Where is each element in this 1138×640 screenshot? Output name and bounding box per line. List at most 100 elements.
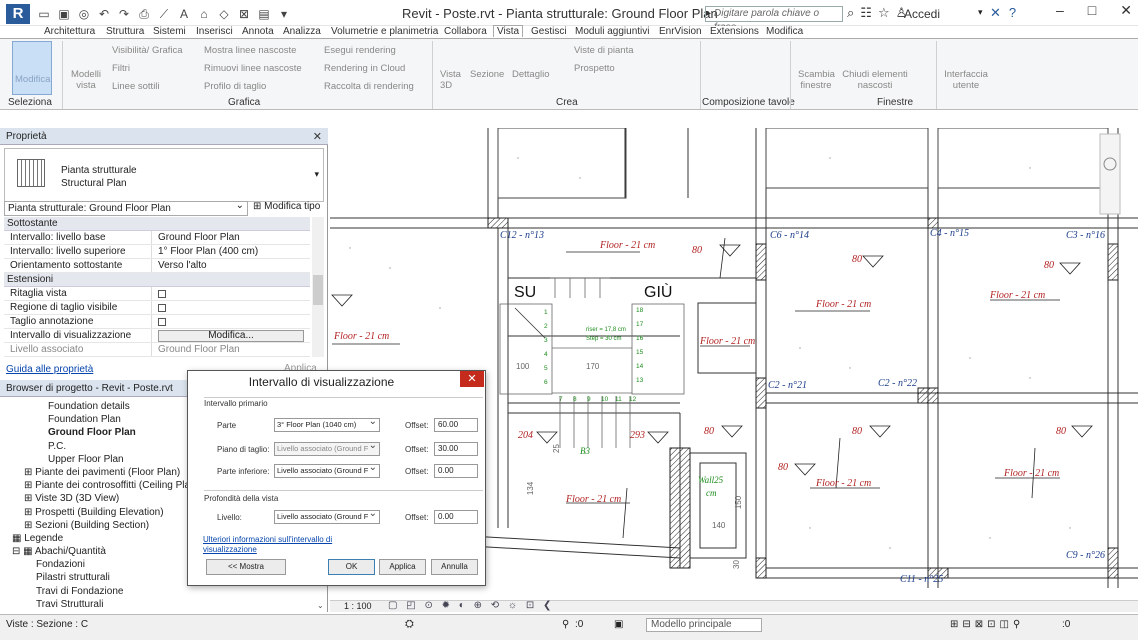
- section-button[interactable]: Sezione: [470, 69, 504, 80]
- tab-enrvision[interactable]: EnrVision: [659, 26, 702, 37]
- thin-lines-icon[interactable]: ◇: [216, 6, 232, 22]
- cut-offset-input[interactable]: 30.00: [434, 442, 478, 456]
- column[interactable]: [1107, 547, 1119, 579]
- view-scale[interactable]: 1 : 100: [344, 601, 372, 611]
- bottom-level-select[interactable]: Livello associato (Ground F: [274, 464, 380, 478]
- maximize-icon[interactable]: □: [1088, 2, 1096, 19]
- type-selector[interactable]: Pianta strutturale Structural Plan ▾: [4, 148, 324, 202]
- text-icon[interactable]: A: [176, 6, 192, 22]
- open-icon[interactable]: ▭: [36, 6, 52, 22]
- properties-help-link[interactable]: Guida alle proprietà: [6, 364, 93, 375]
- category-extents[interactable]: Estensioni: [4, 273, 310, 287]
- cut-plane-select[interactable]: Livello associato (Ground F: [274, 442, 380, 456]
- undo-icon[interactable]: ↶: [96, 6, 112, 22]
- tab-gestisci[interactable]: Gestisci: [531, 26, 567, 37]
- 3d-view-button[interactable]: Vista 3D: [440, 69, 462, 91]
- customize-qat-icon[interactable]: ▾: [276, 6, 292, 22]
- close-hidden-button[interactable]: Chiudi elementi nascosti: [840, 69, 910, 91]
- tab-sistemi[interactable]: Sistemi: [153, 26, 186, 37]
- bottom-offset-input[interactable]: 0.00: [434, 464, 478, 478]
- property-value[interactable]: 1° Floor Plan (400 cm): [152, 245, 310, 258]
- chevron-down-icon[interactable]: ▾: [978, 7, 983, 18]
- tab-volumetrie[interactable]: Volumetrie e planimetria: [331, 26, 438, 37]
- render-button[interactable]: Esegui rendering: [324, 45, 396, 56]
- tab-analizza[interactable]: Analizza: [283, 26, 321, 37]
- column[interactable]: [1107, 243, 1119, 281]
- tab-architettura[interactable]: Architettura: [44, 26, 95, 37]
- column[interactable]: [755, 557, 767, 579]
- column[interactable]: [487, 217, 509, 229]
- measure-icon[interactable]: ⟋: [156, 6, 172, 22]
- show-hidden-lines-button[interactable]: Mostra linee nascoste: [204, 45, 296, 56]
- selection-options-icons[interactable]: ⊞⊟⊠⊡◫⚲: [950, 619, 1024, 630]
- redo-icon[interactable]: ↷: [116, 6, 132, 22]
- signin-button[interactable]: Accedi: [904, 7, 940, 21]
- more-info-link[interactable]: Ulteriori informazioni sull'intervallo d…: [203, 535, 353, 555]
- view-depth-offset-input[interactable]: 0.00: [434, 510, 478, 524]
- close-icon[interactable]: ✕: [1120, 2, 1132, 19]
- category-underlay[interactable]: Sottostante: [4, 217, 310, 231]
- annotation-crop-checkbox[interactable]: [158, 318, 166, 326]
- column[interactable]: [755, 377, 767, 409]
- cut-profile-button[interactable]: Profilo di taglio: [204, 81, 266, 92]
- render-cloud-button[interactable]: Rendering in Cloud: [324, 63, 405, 74]
- tab-moduli-aggiuntivi[interactable]: Moduli aggiuntivi: [575, 26, 650, 37]
- editable-only-icon[interactable]: ▣: [614, 619, 623, 630]
- exchange-icon[interactable]: ✕: [990, 5, 1001, 21]
- callout-button[interactable]: Dettaglio: [512, 69, 550, 80]
- view-depth-level-select[interactable]: Livello associato (Ground F: [274, 510, 380, 524]
- tab-extensions[interactable]: Extensions: [710, 26, 759, 37]
- top-offset-input[interactable]: 60.00: [434, 418, 478, 432]
- plan-views-button[interactable]: Viste di pianta: [574, 45, 634, 56]
- close-hidden-icon[interactable]: ⊠: [236, 6, 252, 22]
- property-value[interactable]: Verso l'alto: [152, 259, 310, 272]
- workset-icon[interactable]: ⛭: [405, 618, 414, 631]
- binoculars-icon[interactable]: ⌕: [847, 5, 854, 21]
- 3d-view-icon[interactable]: ⌂: [196, 6, 212, 22]
- visibility-graphics-button[interactable]: Visibilità/ Grafica: [112, 45, 183, 56]
- elevation-button[interactable]: Prospetto: [574, 63, 615, 74]
- view-control-icons[interactable]: ▢ ◰ ⊙ ✹ ◐ ⊕ ⟲ ☼ ⊡ ❮: [388, 600, 554, 611]
- thin-lines-button[interactable]: Linee sottili: [112, 81, 160, 92]
- browser-tree-item[interactable]: Travi Strutturali: [4, 598, 320, 611]
- view-range-edit-button[interactable]: Modifica...: [158, 330, 304, 342]
- top-level-select[interactable]: 3° Floor Plan (1040 cm): [274, 418, 380, 432]
- close-icon[interactable]: ✕: [313, 130, 322, 143]
- ok-button[interactable]: OK: [328, 559, 375, 575]
- show-button[interactable]: << Mostra: [206, 559, 286, 575]
- crop-region-visible-checkbox[interactable]: [158, 304, 166, 312]
- properties-scrollbar[interactable]: [312, 217, 324, 357]
- cancel-button[interactable]: Annulla: [431, 559, 478, 575]
- minimize-icon[interactable]: –: [1056, 2, 1064, 19]
- instance-filter-select[interactable]: Pianta strutturale: Ground Floor Plan: [4, 199, 248, 216]
- tab-struttura[interactable]: Struttura: [106, 26, 144, 37]
- subscription-icon[interactable]: ☷: [860, 5, 872, 21]
- tab-annota[interactable]: Annota: [242, 26, 274, 37]
- render-gallery-button[interactable]: Raccolta di rendering: [324, 81, 414, 92]
- panel-seleziona[interactable]: Seleziona: [8, 97, 52, 108]
- column[interactable]: [917, 387, 939, 404]
- filters-button[interactable]: Filtri: [112, 63, 130, 74]
- close-icon[interactable]: ✕: [460, 371, 484, 387]
- modify-button[interactable]: Modifica: [12, 41, 52, 95]
- remove-hidden-lines-button[interactable]: Rimuovi linee nascoste: [204, 63, 302, 74]
- help-icon[interactable]: ?: [1009, 5, 1016, 21]
- chevron-down-icon[interactable]: ▾: [314, 169, 319, 180]
- crop-view-checkbox[interactable]: [158, 290, 166, 298]
- print-icon[interactable]: ⎙: [136, 6, 152, 22]
- navigation-bar[interactable]: [1099, 133, 1121, 215]
- active-model-select[interactable]: Modello principale: [646, 618, 762, 632]
- column[interactable]: [755, 243, 767, 281]
- user-interface-button[interactable]: Interfaccia utente: [944, 69, 988, 91]
- column[interactable]: [927, 217, 939, 229]
- sync-icon[interactable]: ◎: [76, 6, 92, 22]
- property-value[interactable]: Ground Floor Plan: [152, 231, 310, 244]
- search-input[interactable]: Digitare parola chiave o frase: [705, 6, 843, 33]
- tab-vista[interactable]: Vista: [493, 25, 524, 37]
- save-icon[interactable]: ▣: [56, 6, 72, 22]
- tab-inserisci[interactable]: Inserisci: [196, 26, 233, 37]
- column[interactable]: [669, 447, 691, 569]
- tab-modifica[interactable]: Modifica: [766, 26, 803, 37]
- scroll-thumb[interactable]: [313, 275, 323, 305]
- browser-tree-item[interactable]: Travi di Fondazione: [4, 585, 320, 598]
